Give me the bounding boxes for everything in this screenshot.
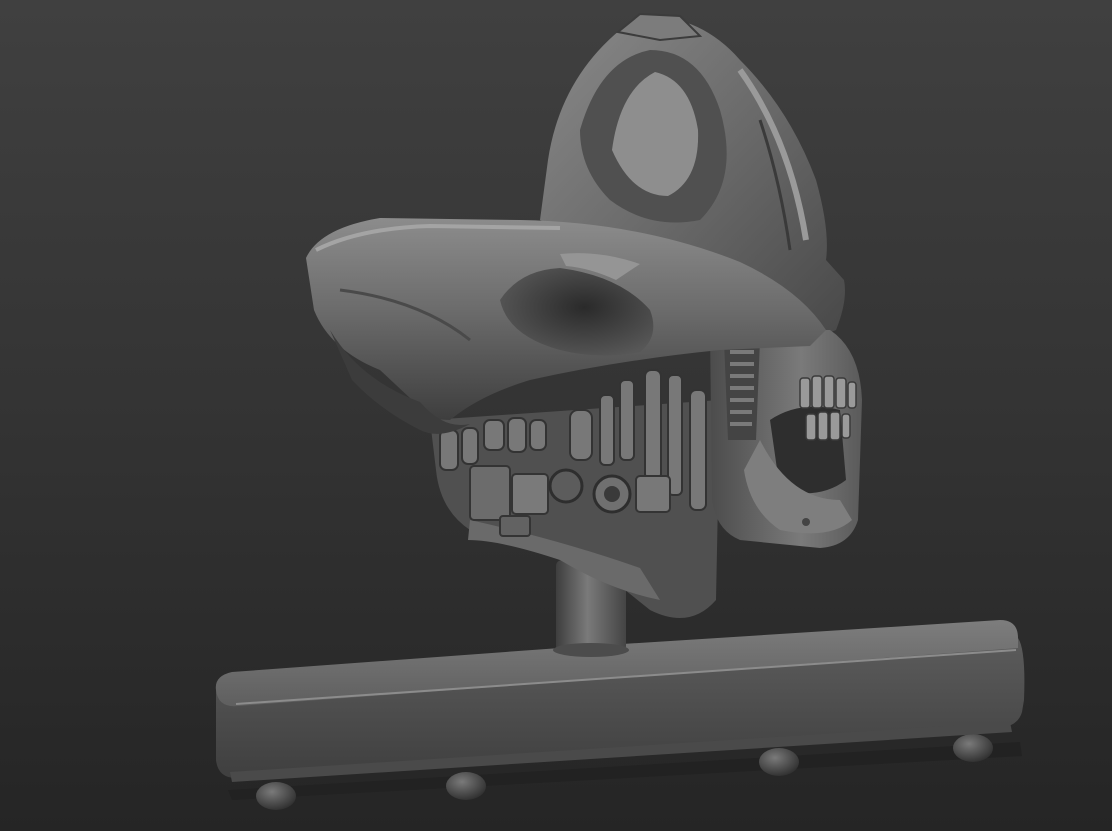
base-foot: [446, 772, 486, 800]
base-foot: [953, 734, 993, 762]
base-foot: [256, 782, 296, 810]
jaw-bolt: [802, 518, 810, 526]
skull-face: [710, 330, 862, 548]
cheek-vent-slats: [730, 350, 754, 426]
pole-collar: [553, 643, 629, 657]
base-foot: [759, 748, 799, 776]
viewport-canvas[interactable]: [0, 0, 1112, 831]
sculpt-viewport[interactable]: [0, 0, 1112, 831]
